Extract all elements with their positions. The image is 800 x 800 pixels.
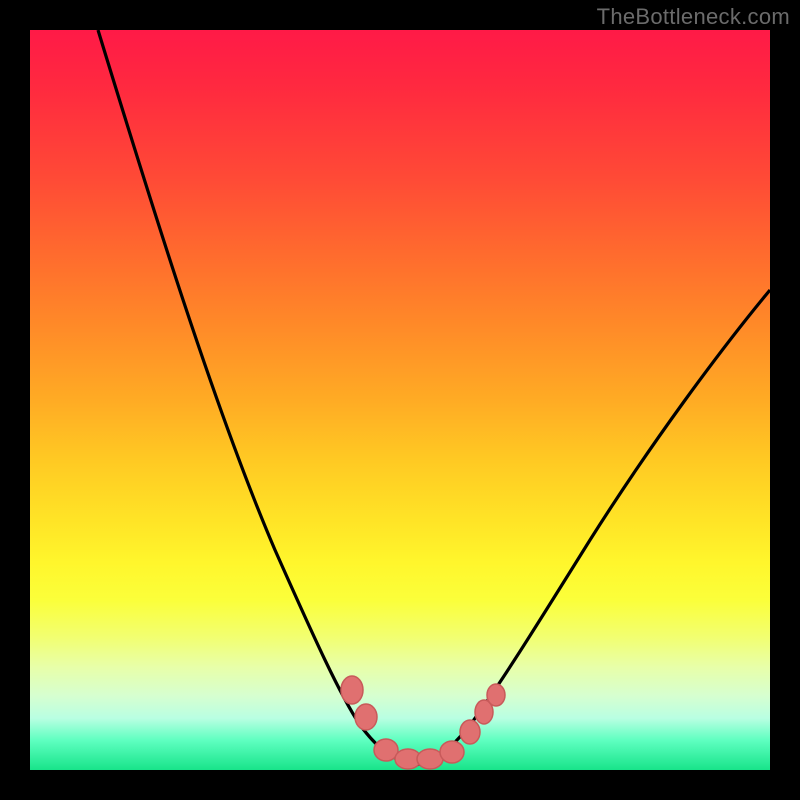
- marker-dot: [440, 741, 464, 763]
- chart-plot-area: [30, 30, 770, 770]
- curve-left-branch: [98, 30, 415, 765]
- chart-frame: TheBottleneck.com: [0, 0, 800, 800]
- watermark-text: TheBottleneck.com: [597, 4, 790, 30]
- marker-dot: [487, 684, 505, 706]
- curve-group: [98, 30, 770, 765]
- marker-dot: [460, 720, 480, 744]
- curve-right-branch: [415, 290, 770, 765]
- chart-svg: [30, 30, 770, 770]
- marker-dot: [355, 704, 377, 730]
- marker-dot: [417, 749, 443, 769]
- marker-dot: [341, 676, 363, 704]
- marker-group: [341, 676, 505, 769]
